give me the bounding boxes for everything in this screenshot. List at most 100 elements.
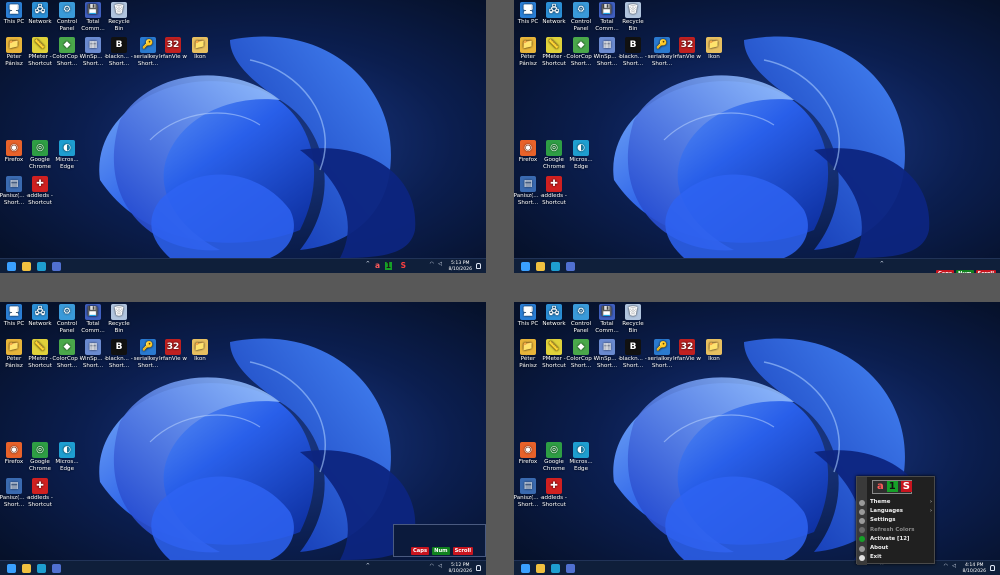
desktop-icon-image: 🖧 bbox=[546, 2, 562, 18]
desktop-icon[interactable]: 📏 PMeter - Shortcut bbox=[539, 339, 569, 369]
desktop-icon[interactable]: Bblackn... - Short... bbox=[618, 37, 648, 67]
desktop-icon[interactable]: ◐ Micros... Edge bbox=[566, 442, 596, 472]
clock[interactable]: 5:12 PM 8/10/2026 bbox=[448, 563, 472, 574]
menu-item-settings[interactable]: Settings bbox=[870, 517, 895, 523]
desktop-icon[interactable]: 📁 Ikon bbox=[185, 37, 215, 61]
file-explorer-icon[interactable] bbox=[536, 564, 545, 573]
desktop-icon-image: ▤ bbox=[520, 176, 536, 192]
desktop-icon-label: Micros... Edge bbox=[569, 459, 593, 472]
taskbar: ^ bbox=[514, 258, 1000, 273]
windows-start-icon[interactable] bbox=[521, 564, 530, 573]
clock[interactable]: 5:13 PM 8/10/2026 bbox=[448, 261, 472, 272]
desktop-icon[interactable]: 📏 PMeter - Shortcut bbox=[25, 37, 55, 67]
desktop-icon[interactable]: 🗑 Recycle Bin bbox=[104, 304, 134, 334]
desktop-icon[interactable]: ◐ Micros... Edge bbox=[52, 140, 82, 170]
wifi-icon[interactable]: ◠ bbox=[430, 261, 434, 267]
desktop-icon-image: 🔑 bbox=[654, 339, 670, 355]
floppy-app-icon[interactable] bbox=[566, 564, 575, 573]
desktop-icon[interactable]: 🗑 Recycle Bin bbox=[104, 2, 134, 32]
speaker-icon[interactable]: ◁ bbox=[438, 563, 442, 569]
desktop-icon-label: PMeter - Shortcut bbox=[542, 54, 566, 67]
floppy-app-icon[interactable] bbox=[566, 262, 575, 271]
tray-num-indicator[interactable]: 1 bbox=[384, 262, 392, 270]
file-explorer-icon[interactable] bbox=[22, 564, 31, 573]
desktop-icon[interactable]: 📁 Ikon bbox=[699, 339, 729, 363]
desktop-icon-label: blackn... - Short... bbox=[619, 356, 647, 369]
desktop-icon[interactable]: ✚ addleds - Shortcut bbox=[25, 478, 55, 508]
file-explorer-icon[interactable] bbox=[22, 262, 31, 271]
notification-bell-icon[interactable] bbox=[990, 565, 995, 571]
desktop-icon[interactable]: 📁 Ikon bbox=[185, 339, 215, 363]
desktop-icon[interactable]: ◎ Google Chrome bbox=[25, 140, 55, 170]
desktop-icon[interactable]: ✚ addleds - Shortcut bbox=[539, 176, 569, 206]
tray-overflow-caret-icon[interactable]: ^ bbox=[880, 261, 884, 267]
desktop-icon-label: blackn... - Short... bbox=[105, 356, 133, 369]
notification-bell-icon[interactable] bbox=[476, 565, 481, 571]
desktop-icon[interactable]: ◎ Google Chrome bbox=[539, 140, 569, 170]
logo-s: S bbox=[900, 481, 912, 492]
desktop-icon[interactable]: Bblackn... - Short... bbox=[104, 339, 134, 369]
edge-icon[interactable] bbox=[37, 564, 46, 573]
desktop-icon[interactable]: 🖧 Network bbox=[25, 304, 55, 328]
windows-start-icon[interactable] bbox=[521, 262, 530, 271]
menu-item-languages[interactable]: Languages bbox=[870, 508, 903, 514]
desktop-icon[interactable]: 32 IrfanVie w bbox=[158, 37, 188, 61]
desktop-icon-image: 📏 bbox=[32, 339, 48, 355]
desktop-icon[interactable]: 🖧 Network bbox=[25, 2, 55, 26]
desktop-icon[interactable]: ◐ Micros... Edge bbox=[566, 140, 596, 170]
desktop-icon[interactable]: 🖧 Network bbox=[539, 304, 569, 328]
clock[interactable]: 4:14 PM 8/10/2026 bbox=[962, 563, 986, 574]
desktop-icon[interactable]: 🗑 Recycle Bin bbox=[618, 2, 648, 32]
tray-overflow-caret-icon[interactable]: ^ bbox=[366, 563, 370, 569]
lock-key-num: Num bbox=[432, 547, 450, 555]
tray-overflow-caret-icon[interactable]: ^ bbox=[366, 261, 370, 267]
menu-item-exit[interactable]: Exit bbox=[870, 554, 882, 560]
desktop-icon[interactable]: 32 IrfanVie w bbox=[158, 339, 188, 363]
desktop-icon[interactable]: 📁 Ikon bbox=[699, 37, 729, 61]
edge-icon[interactable] bbox=[551, 564, 560, 573]
desktop-icon[interactable]: 32 IrfanVie w bbox=[672, 339, 702, 363]
menu-item-about[interactable]: About bbox=[870, 545, 888, 551]
floppy-app-icon[interactable] bbox=[52, 564, 61, 573]
desktop-icon[interactable]: Bblackn... - Short... bbox=[618, 339, 648, 369]
desktop-icon[interactable]: ◐ Micros... Edge bbox=[52, 442, 82, 472]
menu-item-theme[interactable]: Theme bbox=[870, 499, 890, 505]
desktop-icon-label: PMeter - Shortcut bbox=[28, 54, 52, 67]
logo-a: a bbox=[877, 481, 884, 492]
wifi-icon[interactable]: ◠ bbox=[944, 563, 948, 569]
windows-start-icon[interactable] bbox=[7, 564, 16, 573]
tray-caps-indicator[interactable]: a bbox=[375, 262, 380, 270]
desktop-icon[interactable]: ✚ addleds - Shortcut bbox=[539, 478, 569, 508]
desktop-icon[interactable]: ◎ Google Chrome bbox=[25, 442, 55, 472]
edge-icon[interactable] bbox=[37, 262, 46, 271]
wifi-icon[interactable]: ◠ bbox=[430, 563, 434, 569]
desktop-icon-image: 📁 bbox=[6, 339, 22, 355]
desktop-icon-image: ⚙ bbox=[59, 2, 75, 18]
desktop-icon[interactable]: ◎ Google Chrome bbox=[539, 442, 569, 472]
tray-scroll-indicator[interactable]: S bbox=[401, 262, 406, 270]
menu-item-activate-12[interactable]: Activate [12] bbox=[870, 536, 909, 542]
desktop-icon[interactable]: ✚ addleds - Shortcut bbox=[25, 176, 55, 206]
edge-icon[interactable] bbox=[551, 262, 560, 271]
desktop-icon[interactable]: 📏 PMeter - Shortcut bbox=[539, 37, 569, 67]
desktop-icon[interactable]: 🗑 Recycle Bin bbox=[618, 304, 648, 334]
desktop-icon-label: Google Chrome bbox=[29, 157, 51, 170]
desktop-icon[interactable]: 32 IrfanVie w bbox=[672, 37, 702, 61]
desktop-icon[interactable]: 🖧 Network bbox=[539, 2, 569, 26]
desktop-icon-image: 🖥 bbox=[6, 2, 22, 18]
app-logo: a1S bbox=[872, 480, 912, 494]
speaker-icon[interactable]: ◁ bbox=[952, 563, 956, 569]
desktop-icon-image: ◐ bbox=[573, 140, 589, 156]
desktop-icon-image: ◆ bbox=[59, 37, 75, 53]
desktop-icon-label: Recycle Bin bbox=[622, 321, 644, 334]
floppy-app-icon[interactable] bbox=[52, 262, 61, 271]
notification-bell-icon[interactable] bbox=[476, 263, 481, 269]
desktop-icon[interactable]: 📏 PMeter - Shortcut bbox=[25, 339, 55, 369]
desktop-icon-image: 📁 bbox=[706, 37, 722, 53]
speaker-icon[interactable]: ◁ bbox=[438, 261, 442, 267]
desktop-icon-image: 🖧 bbox=[32, 304, 48, 320]
file-explorer-icon[interactable] bbox=[536, 262, 545, 271]
desktop-icon[interactable]: Bblackn... - Short... bbox=[104, 37, 134, 67]
desktop-icon-label: blackn... - Short... bbox=[105, 54, 133, 67]
windows-start-icon[interactable] bbox=[7, 262, 16, 271]
